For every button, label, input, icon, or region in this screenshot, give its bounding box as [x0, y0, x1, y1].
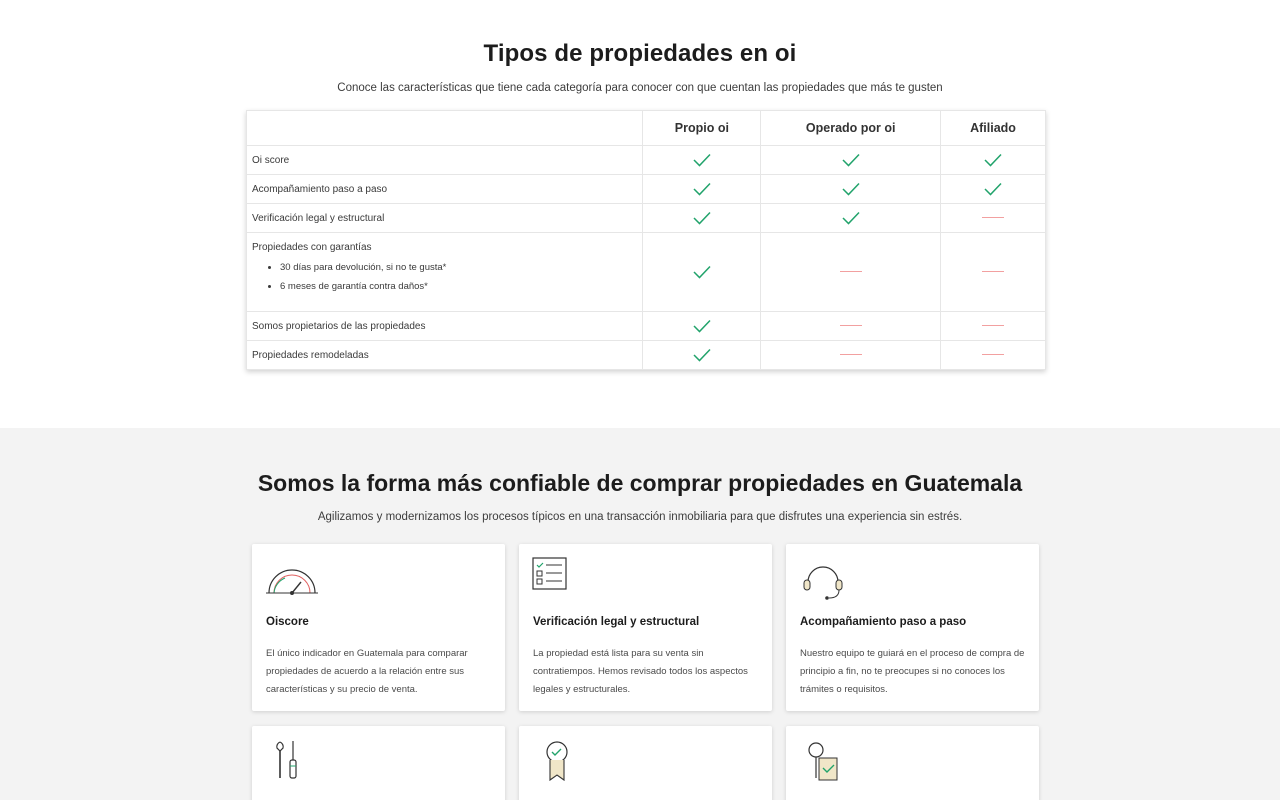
table-cell [940, 145, 1046, 175]
gauge-icon [266, 569, 318, 595]
card-title: Verificación legal y estructural [533, 616, 700, 628]
comparison-table: Propio oi Operado por oi Afiliado Oi sco… [245, 110, 1046, 370]
check-icon [693, 182, 711, 196]
feature-card-garantias [519, 726, 772, 800]
feature-label: Propiedades remodeladas [245, 340, 644, 370]
table-header-empty [245, 110, 644, 146]
card-title: Oiscore [266, 616, 309, 628]
table-row: Propiedades remodeladas [245, 340, 1046, 370]
checklist-icon [532, 557, 567, 590]
card-text: Nuestro equipo te guiará en el proceso d… [800, 648, 1025, 695]
property-types-section: Tipos de propiedades en oi Conoce las ca… [0, 0, 1280, 428]
dash-icon [982, 354, 1005, 356]
table-cell [760, 174, 942, 204]
table-header-afiliado: Afiliado [940, 110, 1046, 146]
table-cell [940, 311, 1046, 341]
table-cell [940, 232, 1046, 312]
table-cell [760, 203, 942, 233]
table-cell [642, 203, 762, 233]
card-text: La propiedad está lista para su venta si… [533, 648, 748, 695]
key-tag-icon [808, 742, 838, 781]
table-cell [760, 145, 942, 175]
check-icon [693, 319, 711, 333]
feature-bullet: 6 meses de garantía contra daños* [280, 281, 642, 292]
dash-icon [982, 271, 1005, 273]
feature-label: Somos propietarios de las propiedades [245, 311, 644, 341]
section-title: Somos la forma más confiable de comprar … [257, 470, 1023, 496]
check-icon [693, 348, 711, 362]
feature-card-propietarios [786, 726, 1039, 800]
check-icon [693, 153, 711, 167]
section-title: Tipos de propiedades en oi [483, 40, 797, 67]
table-cell [760, 340, 942, 370]
tools-icon [276, 741, 297, 779]
feature-label: Verificación legal y estructural [245, 203, 644, 233]
dash-icon [839, 271, 862, 273]
check-icon [693, 265, 711, 279]
table-cell [642, 145, 762, 175]
table-cell [940, 203, 1046, 233]
check-icon [693, 211, 711, 225]
feature-card-acompanamiento: Acompañamiento paso a paso Nuestro equip… [786, 544, 1039, 711]
table-cell [940, 174, 1046, 204]
check-icon [842, 211, 860, 225]
feature-card-oiscore: Oiscore El único indicador en Guatemala … [252, 544, 505, 711]
check-icon [842, 153, 860, 167]
feature-bullet-list: 30 días para devolución, si no te gusta*… [280, 262, 642, 292]
card-title: Acompañamiento paso a paso [800, 616, 967, 628]
award-ribbon-icon [546, 741, 568, 782]
table-cell [760, 232, 942, 312]
table-row: Verificación legal y estructural [245, 203, 1046, 233]
feature-card-remodeladas [252, 726, 505, 800]
table-cell [642, 232, 762, 312]
table-header-row: Propio oi Operado por oi Afiliado [245, 110, 1046, 146]
table-cell [642, 174, 762, 204]
check-icon [842, 182, 860, 196]
table-header-propio-oi: Propio oi [642, 110, 762, 146]
feature-bullet: 30 días para devolución, si no te gusta* [280, 262, 642, 273]
table-row: Propiedades con garantías 30 días para d… [245, 232, 1046, 312]
dash-icon [982, 325, 1005, 327]
dash-icon [982, 217, 1005, 219]
table-cell [642, 340, 762, 370]
table-row: Oi score [245, 145, 1046, 175]
trust-section: Somos la forma más confiable de comprar … [0, 428, 1280, 800]
feature-card-verificacion: Verificación legal y estructural La prop… [519, 544, 772, 711]
table-cell [760, 311, 942, 341]
headset-icon [803, 566, 843, 600]
feature-label: Acompañamiento paso a paso [245, 174, 644, 204]
feature-label: Propiedades con garantías [252, 242, 372, 253]
table-header-operado-por-oi: Operado por oi [760, 110, 942, 146]
dash-icon [839, 354, 862, 356]
table-cell [940, 340, 1046, 370]
table-row: Somos propietarios de las propiedades [245, 311, 1046, 341]
table-cell [642, 311, 762, 341]
card-text: El único indicador en Guatemala para com… [266, 648, 468, 695]
check-icon [984, 153, 1002, 167]
feature-label: Oi score [245, 145, 644, 175]
check-icon [984, 182, 1002, 196]
dash-icon [839, 325, 862, 327]
feature-label-with-list: Propiedades con garantías 30 días para d… [245, 232, 644, 312]
table-row: Acompañamiento paso a paso [245, 174, 1046, 204]
section-subtitle: Agilizamos y modernizamos los procesos t… [317, 511, 963, 523]
section-subtitle: Conoce las características que tiene cad… [337, 82, 943, 94]
